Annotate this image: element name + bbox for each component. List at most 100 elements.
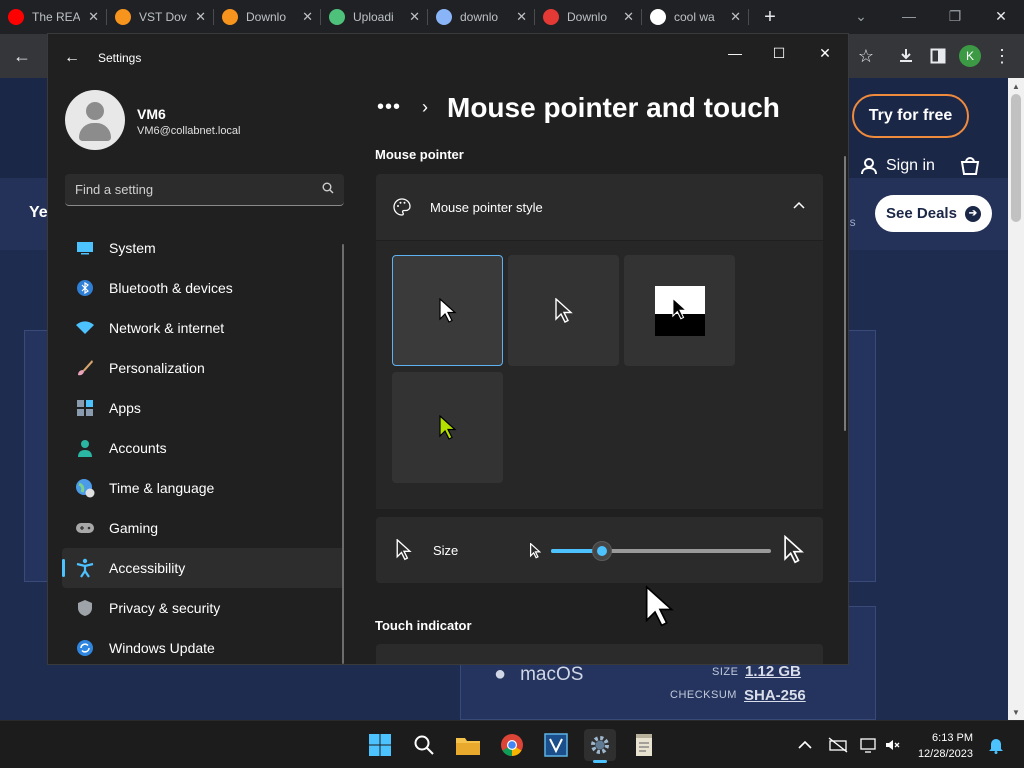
file-explorer-icon[interactable] — [452, 729, 484, 761]
cloud-upload-icon — [329, 9, 345, 25]
mouse-pointer-style-expander[interactable]: Mouse pointer style — [376, 174, 823, 240]
white-cursor-icon — [438, 297, 457, 323]
browser-tab[interactable]: Uploadi ✕ — [321, 0, 428, 34]
pointer-style-white[interactable] — [392, 255, 503, 366]
bookmark-star-icon[interactable]: ☆ — [850, 34, 882, 78]
sidebar-item-gaming[interactable]: Gaming — [62, 508, 344, 548]
tab-label: VST Dov — [139, 10, 187, 24]
vm-app-icon[interactable] — [540, 729, 572, 761]
settings-maximize-button[interactable]: ☐ — [756, 38, 802, 68]
size-value[interactable]: 1.12 GB — [745, 663, 801, 680]
browser-close-button[interactable]: ✕ — [978, 0, 1024, 32]
chevron-up-icon[interactable] — [793, 198, 805, 212]
sidebar-item-bluetooth-devices[interactable]: Bluetooth & devices — [62, 268, 344, 308]
arrow-right-icon: ➔ — [964, 205, 981, 222]
browser-tab[interactable]: cool wa ✕ — [642, 0, 749, 34]
sidebar-item-label: Privacy & security — [109, 600, 221, 616]
cart-icon[interactable] — [959, 156, 981, 176]
tab-close-icon[interactable]: ✕ — [409, 9, 420, 25]
browser-tab[interactable]: VST Dov ✕ — [107, 0, 214, 34]
tab-label: downlo — [460, 10, 499, 24]
download-icon[interactable] — [890, 34, 922, 78]
notepad-icon[interactable] — [628, 729, 660, 761]
sidebar-item-time-language[interactable]: Time & language — [62, 468, 344, 508]
sidebar-item-label: Personalization — [109, 360, 205, 376]
notification-bell-icon[interactable] — [988, 721, 1004, 768]
settings-gear-icon[interactable] — [584, 729, 616, 763]
search-icon[interactable] — [322, 182, 334, 197]
search-input[interactable] — [75, 182, 305, 197]
try-for-free-button[interactable]: Try for free — [852, 94, 969, 138]
settings-minimize-button[interactable]: — — [712, 38, 758, 68]
volume-muted-icon[interactable] — [884, 721, 900, 768]
browser-tab[interactable]: Downlo ✕ — [214, 0, 321, 34]
nav-scrollbar[interactable] — [342, 244, 344, 664]
back-arrow-icon[interactable]: ← — [6, 34, 38, 78]
new-tab-button[interactable]: + — [755, 2, 785, 32]
system-clock[interactable]: 6:13 PM 12/28/2023 — [905, 730, 973, 762]
size-key: SIZE — [712, 666, 739, 678]
browser-tab[interactable]: downlo ✕ — [428, 0, 535, 34]
tab-close-icon[interactable]: ✕ — [195, 9, 206, 25]
content-scrollbar[interactable] — [844, 156, 846, 431]
scroll-up-icon[interactable]: ▲ — [1008, 78, 1024, 94]
shield-icon — [75, 598, 95, 618]
sidebar-item-apps[interactable]: Apps — [62, 388, 344, 428]
tab-label: Downlo — [246, 10, 287, 24]
scroll-thumb[interactable] — [1011, 94, 1021, 222]
tab-close-icon[interactable]: ✕ — [730, 9, 741, 25]
sidebar-item-windows-update[interactable]: Windows Update — [62, 628, 344, 664]
side-panel-icon[interactable] — [922, 34, 954, 78]
back-arrow-icon[interactable]: ← — [62, 48, 82, 68]
pointer-style-black[interactable] — [508, 255, 619, 366]
taskbar: 6:13 PM 12/28/2023 — [0, 720, 1024, 768]
sidebar-item-personalization[interactable]: Personalization — [62, 348, 344, 388]
size-slider[interactable] — [551, 541, 771, 561]
clock-date: 12/28/2023 — [917, 748, 973, 760]
sidebar-item-system[interactable]: System — [62, 228, 344, 268]
breadcrumb-more-button[interactable]: ••• — [377, 96, 401, 119]
checksum-value[interactable]: SHA-256 — [744, 687, 806, 704]
settings-window: ← Settings — ☐ ✕ VM6 VM6@collabnet.local… — [47, 33, 849, 665]
page-scrollbar[interactable]: ▲ ▼ — [1008, 78, 1024, 720]
section-touch-indicator: Touch indicator — [375, 618, 472, 633]
breadcrumb-chevron-icon: › — [422, 97, 428, 117]
avatar[interactable] — [65, 90, 125, 150]
more-menu-icon[interactable]: ⋮ — [986, 34, 1018, 78]
pointer-style-label: Mouse pointer style — [430, 199, 543, 215]
settings-close-button[interactable]: ✕ — [802, 38, 848, 68]
settings-nav: System Bluetooth & devices Network & inter… — [62, 228, 344, 664]
show-hidden-icons-icon[interactable] — [798, 721, 812, 768]
sidebar-item-label: Accounts — [109, 440, 167, 456]
tab-close-icon[interactable]: ✕ — [516, 9, 527, 25]
touch-indicator-panel[interactable] — [376, 644, 823, 664]
tab-close-icon[interactable]: ✕ — [302, 9, 313, 25]
start-windows-icon[interactable] — [364, 729, 396, 761]
sidebar-item-label: Time & language — [109, 480, 215, 496]
profile-avatar[interactable]: K — [954, 34, 986, 78]
pointer-style-inverted[interactable] — [624, 255, 735, 366]
browser-tab[interactable]: The REA ✕ — [0, 0, 107, 34]
network-offline-icon[interactable] — [828, 721, 848, 768]
slider-thumb[interactable] — [591, 541, 612, 561]
accessibility-icon — [75, 558, 95, 578]
search-icon[interactable] — [408, 729, 440, 761]
pointer-style-custom[interactable] — [392, 372, 503, 483]
chrome-icon[interactable] — [496, 729, 528, 761]
browser-minimize-button[interactable]: — — [886, 0, 932, 32]
sidebar-item-accounts[interactable]: Accounts — [62, 428, 344, 468]
sidebar-item-accessibility[interactable]: Accessibility — [62, 548, 344, 588]
browser-restore-button[interactable]: ❐ — [932, 0, 978, 32]
settings-titlebar: ← Settings — ☐ ✕ — [48, 34, 848, 82]
find-setting-search[interactable] — [65, 174, 344, 206]
display-icon[interactable] — [860, 721, 880, 768]
tab-search-icon[interactable]: ⌄ — [838, 0, 884, 32]
tab-close-icon[interactable]: ✕ — [88, 9, 99, 25]
tab-close-icon[interactable]: ✕ — [623, 9, 634, 25]
scroll-down-icon[interactable]: ▼ — [1008, 704, 1024, 720]
sign-in-link[interactable]: Sign in — [860, 156, 981, 176]
sidebar-item-network-internet[interactable]: Network & internet — [62, 308, 344, 348]
sidebar-item-privacy-security[interactable]: Privacy & security — [62, 588, 344, 628]
browser-tab[interactable]: Downlo ✕ — [535, 0, 642, 34]
see-deals-button[interactable]: See Deals ➔ — [875, 195, 992, 232]
